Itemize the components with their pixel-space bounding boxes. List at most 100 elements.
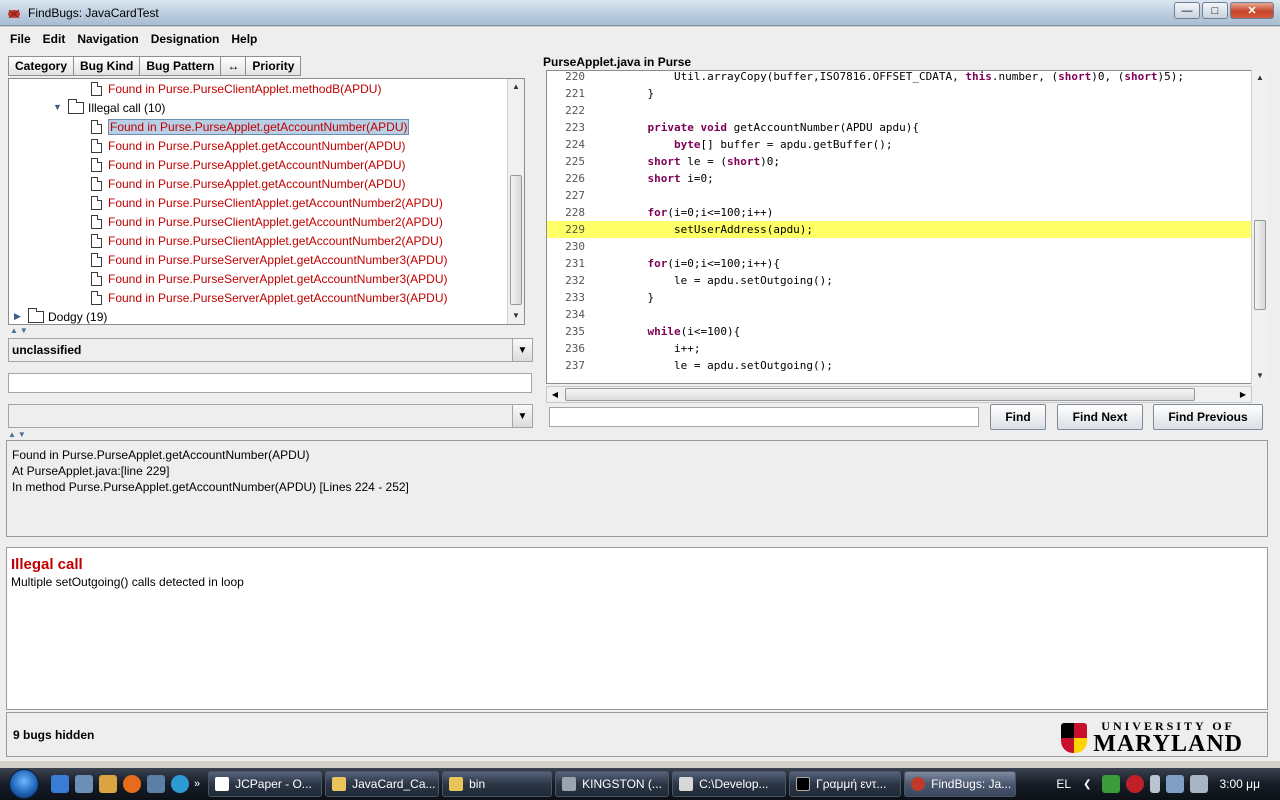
tray-expand-icon[interactable]: ❮ [1083, 779, 1091, 790]
bug-tree[interactable]: Found in Purse.PurseClientApplet.methodB… [8, 78, 525, 325]
find-input[interactable] [549, 407, 979, 427]
tab-swap-arrows[interactable]: ↔ [220, 56, 247, 76]
tree-group-label: Illegal call (10) [88, 100, 166, 115]
tree-item[interactable]: Found in Purse.PurseClientApplet.getAcco… [91, 231, 443, 250]
tab-bug-pattern[interactable]: Bug Pattern [139, 56, 222, 76]
find-previous-button[interactable]: Find Previous [1153, 404, 1263, 430]
scroll-up-icon[interactable]: ▲ [1252, 70, 1268, 86]
split-arrows-icon[interactable]: ▲▼ [10, 326, 30, 335]
start-button[interactable] [0, 768, 48, 800]
code-line[interactable]: 232 le = apdu.setOutgoing(); [547, 272, 1251, 289]
source-scrollbar[interactable]: ▲ ▼ [1251, 70, 1268, 384]
code-line[interactable]: 227 [547, 187, 1251, 204]
tree-item[interactable]: Found in Purse.PurseApplet.getAccountNum… [91, 155, 405, 174]
show-desktop-icon[interactable] [75, 775, 93, 793]
menu-help[interactable]: Help [225, 32, 263, 46]
tab-priority[interactable]: Priority [245, 56, 302, 76]
volume-icon[interactable] [1190, 775, 1209, 793]
scroll-thumb[interactable] [1254, 220, 1266, 310]
code-line[interactable]: 234 [547, 306, 1251, 323]
search-icon[interactable] [171, 775, 189, 793]
code-line[interactable]: 220 Util.arrayCopy(buffer,ISO7816.OFFSET… [547, 71, 1251, 85]
switch-windows-icon[interactable] [99, 775, 117, 793]
tree-item[interactable]: Found in Purse.PurseApplet.getAccountNum… [91, 136, 405, 155]
tree-scrollbar[interactable]: ▲ ▼ [507, 79, 524, 324]
maximize-button[interactable]: □ [1202, 2, 1228, 19]
tree-collapse-icon[interactable]: ▼ [53, 103, 62, 112]
bug-document-icon [91, 176, 102, 191]
tree-item[interactable]: Found in Purse.PurseApplet.getAccountNum… [91, 174, 405, 193]
app-icon[interactable] [147, 775, 165, 793]
tree-item[interactable]: Found in Purse.PurseClientApplet.getAcco… [91, 193, 443, 212]
find-button[interactable]: Find [990, 404, 1046, 430]
tree-item[interactable]: Found in Purse.PurseServerApplet.getAcco… [91, 250, 448, 269]
safely-remove-icon[interactable] [1102, 775, 1121, 793]
close-button[interactable]: ✕ [1230, 2, 1274, 19]
code-line[interactable]: 235 while(i<=100){ [547, 323, 1251, 340]
tree-item[interactable]: Found in Purse.PurseClientApplet.getAcco… [91, 212, 443, 231]
tree-item[interactable]: Found in Purse.PurseServerApplet.getAcco… [91, 269, 448, 288]
ie-icon[interactable] [51, 775, 69, 793]
designation-combo[interactable]: unclassified ▼ [8, 338, 533, 362]
menu-navigation[interactable]: Navigation [71, 32, 144, 46]
source-code-view[interactable]: 220 Util.arrayCopy(buffer,ISO7816.OFFSET… [546, 70, 1252, 384]
firefox-icon[interactable] [123, 775, 141, 793]
scroll-thumb[interactable] [565, 388, 1195, 401]
battery-icon[interactable] [1150, 775, 1161, 793]
scroll-down-icon[interactable]: ▼ [1252, 368, 1268, 384]
tree-expand-icon[interactable]: ▶ [13, 312, 22, 321]
tree-group-dodgy[interactable]: ▶ Dodgy (19) [13, 307, 107, 324]
code-line[interactable]: 230 [547, 238, 1251, 255]
split-arrows-icon[interactable]: ▲▼ [8, 430, 28, 439]
tab-bug-kind[interactable]: Bug Kind [73, 56, 141, 76]
task-findbugs[interactable]: FindBugs: Ja... [904, 771, 1017, 797]
tree-group-illegal-call[interactable]: ▼ Illegal call (10) [53, 98, 165, 117]
task-label: JavaCard_Ca... [352, 777, 436, 791]
code-line[interactable]: 237 le = apdu.setOutgoing(); [547, 357, 1251, 374]
network-icon[interactable] [1166, 775, 1185, 793]
clock[interactable]: 3:00 μμ [1219, 777, 1260, 791]
code-line[interactable]: 221 } [547, 85, 1251, 102]
code-line[interactable]: 231 for(i=0;i<=100;i++){ [547, 255, 1251, 272]
code-line[interactable]: 228 for(i=0;i<=100;i++) [547, 204, 1251, 221]
scroll-right-icon[interactable]: ▶ [1235, 387, 1251, 402]
code-line[interactable]: 236 i++; [547, 340, 1251, 357]
code-line[interactable]: 225 short le = (short)0; [547, 153, 1251, 170]
scroll-down-icon[interactable]: ▼ [508, 308, 524, 324]
find-next-button[interactable]: Find Next [1057, 404, 1143, 430]
code-text: setUserAddress(apdu); [621, 223, 814, 236]
menu-file[interactable]: File [4, 32, 37, 46]
code-line-highlighted[interactable]: 229 setUserAddress(apdu); [547, 221, 1251, 238]
code-line[interactable]: 226 short i=0; [547, 170, 1251, 187]
scroll-thumb[interactable] [510, 175, 522, 305]
bug-document-icon [91, 157, 102, 172]
tree-item-selected[interactable]: Found in Purse.PurseApplet.getAccountNum… [91, 117, 410, 136]
task-command-prompt[interactable]: Γραμμή εντ... [789, 771, 902, 797]
tree-item[interactable]: Found in Purse.PurseClientApplet.methodB… [91, 79, 381, 98]
dropdown-arrow-icon[interactable]: ▼ [512, 339, 532, 361]
annotation-field[interactable] [8, 373, 532, 393]
code-line[interactable]: 224 byte[] buffer = apdu.getBuffer(); [547, 136, 1251, 153]
bug-document-icon [91, 138, 102, 153]
code-line[interactable]: 222 [547, 102, 1251, 119]
tree-item[interactable]: Found in Purse.PurseServerApplet.getAcco… [91, 288, 448, 307]
scroll-up-icon[interactable]: ▲ [508, 79, 524, 95]
menu-designation[interactable]: Designation [145, 32, 226, 46]
language-indicator[interactable]: EL [1056, 777, 1071, 791]
task-javacard[interactable]: JavaCard_Ca... [325, 771, 440, 797]
secondary-combo[interactable]: ▼ [8, 404, 533, 428]
task-develop[interactable]: C:\Develop... [672, 771, 787, 797]
menu-edit[interactable]: Edit [37, 32, 72, 46]
task-bin[interactable]: bin [442, 771, 553, 797]
antivirus-icon[interactable] [1126, 775, 1145, 793]
code-line[interactable]: 223 private void getAccountNumber(APDU a… [547, 119, 1251, 136]
tab-category[interactable]: Category [8, 56, 75, 76]
source-hscrollbar[interactable]: ◀ ▶ [546, 386, 1252, 403]
code-line[interactable]: 233 } [547, 289, 1251, 306]
scroll-left-icon[interactable]: ◀ [547, 387, 563, 402]
minimize-button[interactable]: — [1174, 2, 1200, 19]
task-kingston[interactable]: KINGSTON (... [555, 771, 670, 797]
task-jcpaper[interactable]: JCPaper - O... [208, 771, 323, 797]
chevron-right-icon[interactable]: » [194, 778, 200, 790]
dropdown-arrow-icon[interactable]: ▼ [512, 405, 532, 427]
